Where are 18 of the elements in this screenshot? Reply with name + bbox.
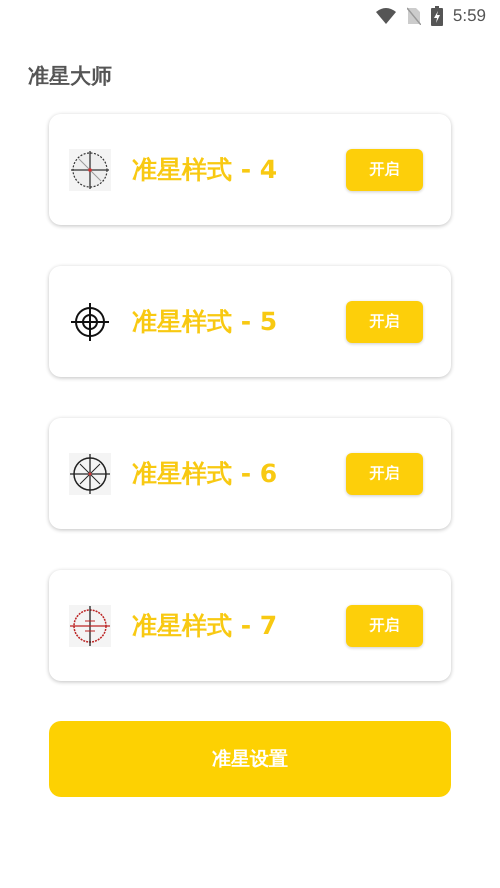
enable-button[interactable]: 开启 [346,148,423,190]
enable-button[interactable]: 开启 [346,604,423,646]
crosshair-style-name: 准星样式 - 6 [132,458,278,490]
app-title: 准星大师 [28,63,112,90]
crosshair-icon [69,300,111,342]
crosshair-style-name: 准星样式 - 7 [132,610,278,642]
no-sim-icon [406,7,421,25]
crosshair-icon [69,452,111,494]
crosshair-style-name: 准星样式 - 4 [132,154,278,186]
wifi-icon [374,7,397,25]
enable-button[interactable]: 开启 [346,300,423,342]
crosshair-icon [69,604,111,646]
battery-charging-icon [430,6,443,26]
crosshair-icon [69,148,111,190]
crosshair-settings-button[interactable]: 准星设置 [49,721,451,797]
crosshair-style-name: 准星样式 - 5 [132,306,278,338]
enable-button[interactable]: 开启 [346,452,423,494]
clock-time: 5:59 [452,6,486,26]
